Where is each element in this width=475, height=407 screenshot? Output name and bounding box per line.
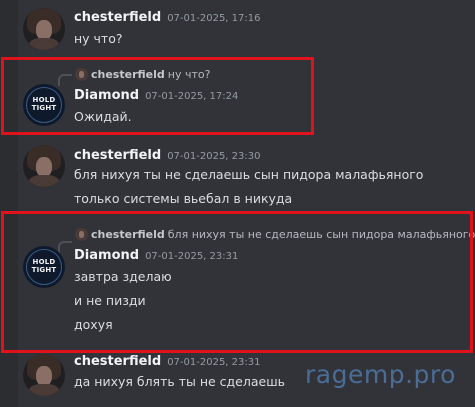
message-text: ну что? (74, 31, 123, 46)
author-label[interactable]: chesterfield (74, 354, 161, 369)
highlight-box (1, 57, 314, 135)
author-name[interactable]: chesterfield 07-01-2025, 23:31 (74, 354, 260, 369)
watermark: ragemp.pro (305, 360, 456, 389)
avatar[interactable] (23, 145, 65, 187)
highlight-box (1, 211, 473, 353)
author-label[interactable]: chesterfield (74, 148, 161, 163)
message-chesterfield-2[interactable]: chesterfield 07-01-2025, 23:30 бля нихуя … (20, 140, 475, 210)
author-name[interactable]: chesterfield 07-01-2025, 17:16 (74, 10, 260, 25)
timestamp: 07-01-2025, 23:30 (167, 151, 261, 162)
avatar[interactable] (23, 8, 65, 50)
message-chesterfield-1[interactable]: chesterfield 07-01-2025, 17:16 ну что? (20, 0, 475, 55)
avatar[interactable] (23, 354, 65, 396)
timestamp: 07-01-2025, 23:31 (167, 357, 261, 368)
timestamp: 07-01-2025, 17:16 (167, 13, 261, 24)
author-name[interactable]: chesterfield 07-01-2025, 23:30 (74, 148, 260, 163)
author-label[interactable]: chesterfield (74, 10, 161, 25)
message-text: бля нихуя ты не сделаешь сын пидора мала… (74, 167, 424, 182)
message-text: только системы вьебал в никуда (74, 191, 293, 206)
message-text: да нихуя блять ты не сделаешь (74, 374, 286, 389)
